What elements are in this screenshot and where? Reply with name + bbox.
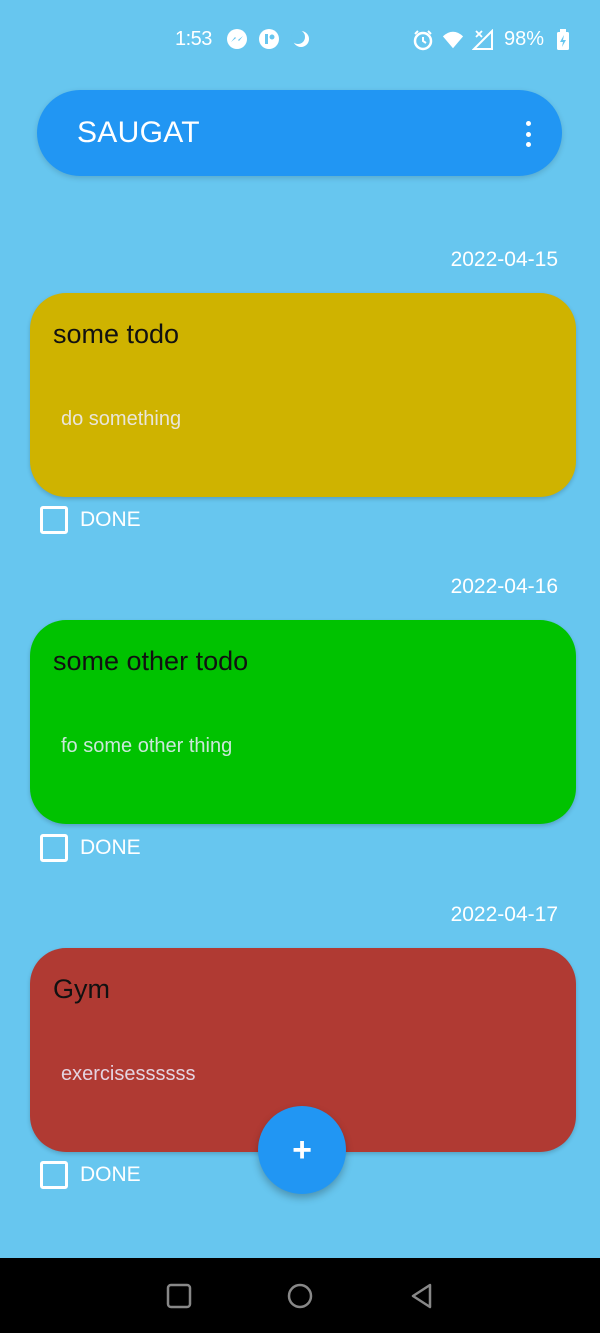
status-time: 1:53 <box>175 28 212 50</box>
todo-title: some other todo <box>53 646 249 676</box>
done-row[interactable]: DONE <box>40 834 141 862</box>
todo-date: 2022-04-17 <box>450 903 558 926</box>
add-button[interactable]: + <box>258 1106 346 1194</box>
done-row[interactable]: DONE <box>40 506 141 534</box>
done-checkbox[interactable] <box>40 834 68 862</box>
todo-description: do something <box>61 408 182 430</box>
wifi-icon <box>442 29 464 51</box>
app-bar: SAUGAT <box>37 90 562 176</box>
nav-bar <box>0 1258 600 1333</box>
app-title: SAUGAT <box>77 116 200 149</box>
done-label: DONE <box>80 508 141 531</box>
done-checkbox[interactable] <box>40 1161 68 1189</box>
battery-icon <box>552 28 574 51</box>
todo-description: fo some other thing <box>61 735 233 757</box>
battery-percent: 98% <box>504 28 545 50</box>
recents-icon[interactable] <box>165 1282 193 1310</box>
done-row[interactable]: DONE <box>40 1161 141 1189</box>
todo-title: some todo <box>53 319 180 349</box>
todo-card[interactable]: some todo do something <box>30 293 576 497</box>
todo-card[interactable]: some other todo fo some other thing <box>30 620 576 824</box>
add-icon: + <box>292 1130 312 1169</box>
messenger-icon <box>226 28 248 50</box>
signal-icon <box>472 28 494 51</box>
app-icon <box>258 28 280 50</box>
back-icon[interactable] <box>408 1282 436 1310</box>
status-bar: 1:53 98% <box>0 0 600 80</box>
done-label: DONE <box>80 1163 141 1186</box>
done-label: DONE <box>80 836 141 859</box>
home-icon[interactable] <box>286 1282 314 1310</box>
done-checkbox[interactable] <box>40 506 68 534</box>
todo-date: 2022-04-16 <box>450 575 558 598</box>
alarm-icon <box>412 29 434 51</box>
moon-icon <box>290 28 312 50</box>
more-vert-icon[interactable] <box>516 118 540 150</box>
todo-description: exercisessssss <box>61 1063 196 1085</box>
todo-title: Gym <box>53 974 110 1004</box>
todo-date: 2022-04-15 <box>450 248 558 271</box>
